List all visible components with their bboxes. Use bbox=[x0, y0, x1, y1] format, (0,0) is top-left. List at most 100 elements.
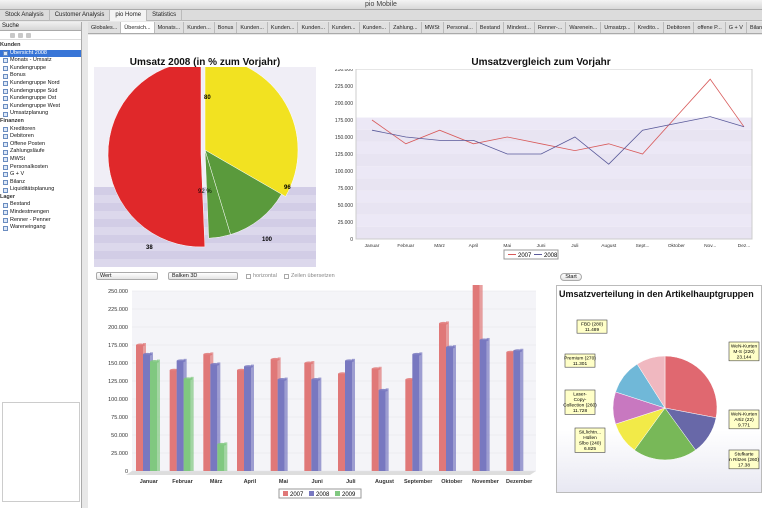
callout-text: 9.771 bbox=[738, 423, 750, 429]
y-tick-label: 175.000 bbox=[108, 343, 128, 349]
editor-tab[interactable]: Kunden... bbox=[360, 22, 391, 33]
tree-item[interactable]: Debitoren bbox=[0, 133, 81, 141]
tree-item[interactable]: Personalkosten bbox=[0, 164, 81, 172]
editor-tab[interactable]: Personal... bbox=[444, 22, 477, 33]
callout-text: Artiz (22) bbox=[734, 417, 754, 423]
editor-tab[interactable]: Mindest... bbox=[504, 22, 535, 33]
start-button[interactable]: Start bbox=[560, 273, 582, 281]
tree-item-label: Kundengruppe West bbox=[10, 102, 61, 109]
report-icon bbox=[3, 104, 8, 110]
editor-tab[interactable]: Globales... bbox=[88, 22, 122, 33]
editor-tab[interactable]: Kunden... bbox=[329, 22, 360, 33]
forward-icon[interactable] bbox=[18, 32, 23, 38]
editor-tab[interactable]: Kredito... bbox=[635, 22, 664, 33]
horizontal-checkbox[interactable]: horizontal bbox=[246, 273, 277, 279]
callout-text: Hüllen bbox=[583, 435, 597, 441]
chart-title: Umsatzvergleich zum Vorjahr bbox=[471, 57, 611, 68]
tree-item[interactable]: Kundengruppe Ost bbox=[0, 95, 81, 103]
tree-item[interactable]: Kreditoren bbox=[0, 126, 81, 134]
report-icon bbox=[3, 149, 8, 155]
perspective-tab[interactable]: Stock Analysis bbox=[0, 9, 50, 21]
tree-item-label: Kundengruppe Nord bbox=[10, 79, 60, 86]
x-tick-label: November bbox=[472, 479, 500, 485]
report-icon bbox=[3, 81, 8, 87]
callout-text: Slbo (240) bbox=[579, 441, 602, 447]
tree-item[interactable]: Mindestmengen bbox=[0, 209, 81, 217]
tree-group[interactable]: Lager bbox=[0, 194, 81, 202]
tree-item[interactable]: Umsatzplanung bbox=[0, 110, 81, 118]
tree-group[interactable]: Kunden bbox=[0, 42, 81, 50]
editor-tab[interactable]: Bilanz bbox=[747, 22, 762, 33]
y-tick-label: 250.000 bbox=[108, 289, 128, 295]
pie-chart: WeN-KurtenM-S (220)23.144WeN-KurtenArtiz… bbox=[563, 319, 759, 470]
editor-tab[interactable]: Umsatzp... bbox=[601, 22, 635, 33]
legend-label: 2008 bbox=[544, 253, 558, 259]
collapse-icon[interactable] bbox=[26, 32, 31, 38]
editor-tab[interactable]: Monats... bbox=[155, 22, 185, 33]
tree-item[interactable]: Monats - Umsatz bbox=[0, 57, 81, 65]
tree-item-label: Bonus bbox=[10, 72, 26, 79]
tree-group[interactable]: Finanzen bbox=[0, 118, 81, 126]
bar bbox=[472, 285, 480, 471]
tree-item[interactable]: Renner - Penner bbox=[0, 217, 81, 225]
tree-item[interactable]: Wareneingang bbox=[0, 224, 81, 232]
secondary-panel bbox=[2, 402, 80, 502]
bar-top bbox=[446, 345, 455, 349]
tree-item-label: Wareneingang bbox=[10, 224, 46, 231]
editor-tab[interactable]: MWSt bbox=[422, 22, 444, 33]
bar bbox=[446, 347, 453, 471]
tree-item[interactable]: Liquiditätsplanung bbox=[0, 186, 81, 194]
bar bbox=[270, 359, 278, 471]
editor-tab[interactable]: Übersich... bbox=[121, 22, 155, 33]
back-icon[interactable] bbox=[10, 32, 15, 38]
tree-item[interactable]: Bonus bbox=[0, 72, 81, 80]
editor-tab[interactable]: Debitoren bbox=[664, 22, 695, 33]
tree-item[interactable]: Zahlungsläufe bbox=[0, 148, 81, 156]
editor-tab[interactable]: Warenein... bbox=[566, 22, 602, 33]
bar-top bbox=[513, 349, 523, 353]
plot-band bbox=[356, 202, 752, 215]
value-select[interactable]: Wert bbox=[96, 272, 158, 280]
editor-tab[interactable]: offene P... bbox=[694, 22, 726, 33]
bar-top bbox=[217, 442, 227, 446]
tree-item[interactable]: Bilanz bbox=[0, 179, 81, 187]
tree-item[interactable]: Kundengruppe West bbox=[0, 103, 81, 111]
tree-item[interactable]: Übersicht 2008 bbox=[0, 49, 81, 58]
tree-item[interactable]: MWSt bbox=[0, 156, 81, 164]
editor-tab[interactable]: G + V bbox=[726, 22, 747, 33]
chart-type-select[interactable]: Balken 3D bbox=[168, 272, 238, 280]
bar-top bbox=[345, 359, 354, 363]
plot-band bbox=[356, 69, 752, 82]
tree-item[interactable]: G + V bbox=[0, 171, 81, 179]
bar bbox=[244, 366, 251, 471]
x-tick-label: Nov... bbox=[704, 243, 716, 249]
x-tick-label: Oktober bbox=[668, 243, 685, 249]
tree-item[interactable]: Kundengruppe bbox=[0, 65, 81, 73]
editor-tab[interactable]: Kunden... bbox=[298, 22, 330, 33]
slice-label: 100 bbox=[262, 237, 273, 243]
callout-text: SiLlichtn... bbox=[579, 429, 601, 435]
editor-tab[interactable]: Kunden... bbox=[184, 22, 215, 33]
perspective-tab[interactable]: Statistics bbox=[147, 9, 183, 21]
editor-tab[interactable]: Bestand bbox=[477, 22, 505, 33]
editor-tab[interactable]: Bonus bbox=[215, 22, 238, 33]
editor-tab[interactable]: Kunden... bbox=[268, 22, 299, 33]
editor-tab[interactable]: Kunden... bbox=[237, 22, 268, 33]
tree-item-label: Kreditoren bbox=[10, 125, 36, 132]
rows-checkbox[interactable]: Zeilen übersetzen bbox=[284, 273, 335, 279]
tree-item[interactable]: Offene Posten bbox=[0, 141, 81, 149]
x-tick-label: Mai bbox=[503, 243, 511, 249]
perspective-tab-active[interactable]: pio Home bbox=[110, 9, 148, 21]
bar-top bbox=[371, 367, 381, 371]
bar-top bbox=[183, 377, 193, 381]
report-icon bbox=[3, 88, 8, 94]
editor-tab[interactable]: Renner-... bbox=[535, 22, 567, 33]
tree-item[interactable]: Kundengruppe Nord bbox=[0, 80, 81, 88]
tree-item[interactable]: Bestand bbox=[0, 201, 81, 209]
tree-item-label: Kundengruppe Süd bbox=[10, 87, 58, 94]
bar bbox=[169, 370, 177, 471]
editor-tab[interactable]: Zahlung... bbox=[390, 22, 422, 33]
perspective-tab[interactable]: Customer Analysis bbox=[50, 9, 111, 21]
slice-label: 96 bbox=[284, 185, 291, 191]
tree-item[interactable]: Kundengruppe Süd bbox=[0, 88, 81, 96]
